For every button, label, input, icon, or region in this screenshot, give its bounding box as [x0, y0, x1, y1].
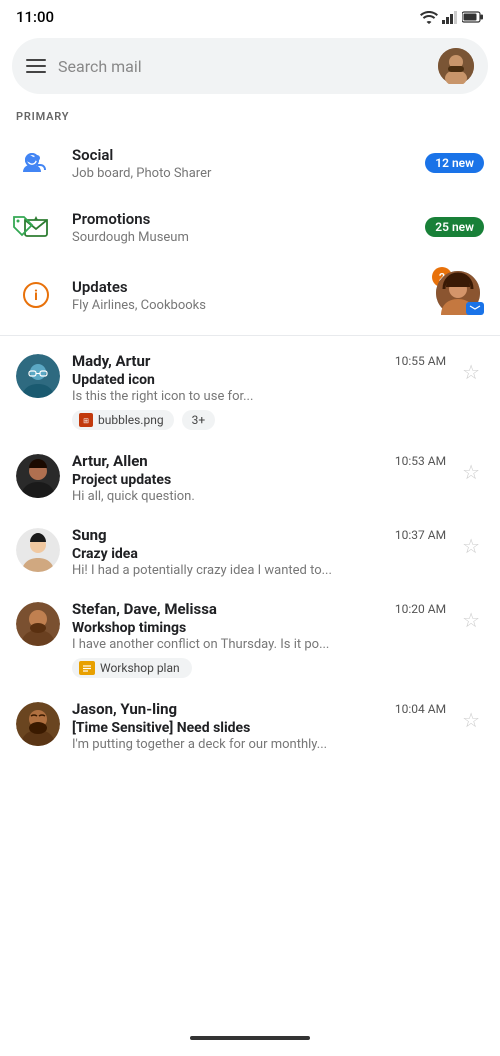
hamburger-menu-icon[interactable] [26, 59, 46, 73]
time-artur: 10:53 AM [395, 454, 446, 468]
star-mady[interactable]: ☆ [458, 356, 484, 388]
subject-mady: Updated icon [72, 372, 446, 388]
email-sung[interactable]: Sung 10:37 AM Crazy idea Hi! I had a pot… [0, 514, 500, 588]
bottom-bar [0, 1028, 500, 1056]
email-header-mady: Mady, Artur 10:55 AM [72, 352, 446, 370]
time-jason: 10:04 AM [395, 702, 446, 716]
workshop-chip: Workshop plan [72, 658, 192, 678]
email-header-artur: Artur, Allen 10:53 AM [72, 452, 446, 470]
section-label: PRIMARY [0, 106, 500, 131]
promotions-badge: 25 new [425, 217, 484, 237]
email-header-jason: Jason, Yun-ling 10:04 AM [72, 700, 446, 718]
avatar-stefan [16, 602, 60, 646]
avatar-mady-artur [16, 354, 60, 398]
email-content-stefan: Stefan, Dave, Melissa 10:20 AM Workshop … [72, 600, 446, 678]
email-artur-allen[interactable]: Artur, Allen 10:53 AM Project updates Hi… [0, 440, 500, 514]
promotions-info: Promotions Sourdough Museum [72, 210, 409, 245]
updates-name: Updates [72, 278, 420, 296]
preview-sung: Hi! I had a potentially crazy idea I wan… [72, 563, 446, 578]
updates-sub: Fly Airlines, Cookbooks [72, 298, 420, 313]
status-icons [420, 10, 484, 24]
avatar-jason [16, 702, 60, 746]
svg-text:i: i [34, 288, 38, 304]
updates-info: Updates Fly Airlines, Cookbooks [72, 278, 420, 313]
email-header-sung: Sung 10:37 AM [72, 526, 446, 544]
category-promotions[interactable]: Promotions Sourdough Museum 25 new [0, 195, 500, 259]
preview-jason: I'm putting together a deck for our mont… [72, 737, 446, 752]
home-indicator [190, 1036, 310, 1040]
sender-stefan: Stefan, Dave, Melissa [72, 600, 217, 618]
email-content-jason: Jason, Yun-ling 10:04 AM [Time Sensitive… [72, 700, 446, 752]
email-header-stefan: Stefan, Dave, Melissa 10:20 AM [72, 600, 446, 618]
social-name: Social [72, 146, 409, 164]
subject-stefan: Workshop timings [72, 620, 446, 636]
promotions-name: Promotions [72, 210, 409, 228]
svg-text:⊞: ⊞ [83, 417, 89, 425]
meta-stefan: Workshop plan [72, 658, 446, 678]
status-time: 11:00 [16, 8, 54, 26]
email-content-sung: Sung 10:37 AM Crazy idea Hi! I had a pot… [72, 526, 446, 578]
avatar-sung [16, 528, 60, 572]
meta-mady: ⊞ bubbles.png 3+ [72, 410, 446, 430]
category-updates[interactable]: i Updates Fly Airlines, Cookbooks 2 [0, 259, 500, 331]
email-stefan[interactable]: Stefan, Dave, Melissa 10:20 AM Workshop … [0, 588, 500, 688]
search-input-label[interactable]: Search mail [58, 57, 426, 76]
time-mady: 10:55 AM [395, 354, 446, 368]
category-social[interactable]: Social Job board, Photo Sharer 12 new [0, 131, 500, 195]
email-content-mady: Mady, Artur 10:55 AM Updated icon Is thi… [72, 352, 446, 430]
star-artur[interactable]: ☆ [458, 456, 484, 488]
status-bar: 11:00 [0, 0, 500, 30]
sender-sung: Sung [72, 526, 107, 544]
updates-icon: i [16, 275, 56, 315]
sender-mady: Mady, Artur [72, 352, 150, 370]
battery-icon [462, 11, 484, 23]
updates-avatar [436, 271, 480, 315]
subject-artur: Project updates [72, 472, 446, 488]
time-stefan: 10:20 AM [395, 602, 446, 616]
sender-artur: Artur, Allen [72, 452, 148, 470]
attachment-chip-mady: ⊞ bubbles.png [72, 410, 174, 430]
preview-mady: Is this the right icon to use for... [72, 389, 446, 404]
subject-sung: Crazy idea [72, 546, 446, 562]
divider [0, 335, 500, 336]
email-jason[interactable]: Jason, Yun-ling 10:04 AM [Time Sensitive… [0, 688, 500, 762]
social-icon [16, 143, 56, 183]
star-sung[interactable]: ☆ [458, 530, 484, 562]
signal-icon [442, 10, 458, 24]
workshop-doc-icon [79, 661, 95, 675]
social-info: Social Job board, Photo Sharer [72, 146, 409, 181]
social-sub: Job board, Photo Sharer [72, 166, 409, 181]
workshop-chip-label: Workshop plan [100, 661, 180, 675]
attachment-name-mady: bubbles.png [98, 413, 164, 427]
user-avatar[interactable] [438, 48, 474, 84]
sender-jason: Jason, Yun-ling [72, 700, 177, 718]
promotions-sub: Sourdough Museum [72, 230, 409, 245]
star-jason[interactable]: ☆ [458, 704, 484, 736]
social-badge: 12 new [425, 153, 484, 173]
updates-badge-container: 2 [436, 271, 484, 319]
subject-jason: [Time Sensitive] Need slides [72, 720, 446, 736]
star-stefan[interactable]: ☆ [458, 604, 484, 636]
preview-stefan: I have another conflict on Thursday. Is … [72, 637, 446, 652]
email-content-artur: Artur, Allen 10:53 AM Project updates Hi… [72, 452, 446, 504]
preview-artur: Hi all, quick question. [72, 489, 446, 504]
promotions-icon [16, 207, 56, 247]
email-mady-artur[interactable]: Mady, Artur 10:55 AM Updated icon Is thi… [0, 340, 500, 440]
more-chip-mady: 3+ [182, 410, 216, 430]
time-sung: 10:37 AM [395, 528, 446, 542]
avatar-artur-allen [16, 454, 60, 498]
wifi-icon [420, 10, 438, 24]
attachment-icon-mady: ⊞ [79, 413, 93, 427]
search-bar[interactable]: Search mail [12, 38, 488, 94]
